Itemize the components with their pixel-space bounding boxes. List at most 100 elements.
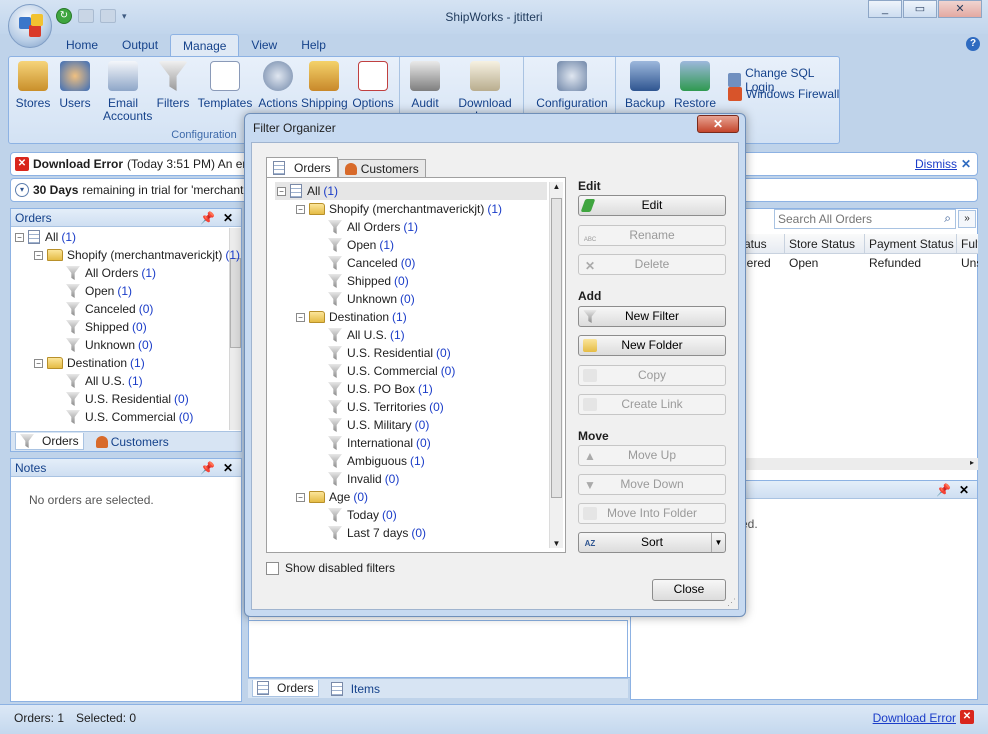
tree-item[interactable]: − All (1) <box>13 228 241 246</box>
collapse-icon[interactable]: − <box>296 492 305 502</box>
new-filter-button[interactable]: New Filter <box>578 306 726 327</box>
tree-item[interactable]: U.S. Territories (0) <box>275 398 547 416</box>
close-window-button[interactable]: ✕ <box>938 0 982 18</box>
error-icon[interactable]: ✕ <box>960 710 974 724</box>
app-menu-button[interactable] <box>8 4 52 48</box>
restore-button[interactable]: Restore <box>670 61 720 110</box>
filters-button[interactable]: Filters <box>153 61 193 110</box>
tree-item[interactable]: U.S. Commercial (0) <box>13 408 241 426</box>
users-button[interactable]: Users <box>55 61 95 110</box>
collapse-icon[interactable]: − <box>296 312 305 322</box>
search-options-button[interactable]: » <box>958 210 976 228</box>
tab-manage[interactable]: Manage <box>170 34 240 56</box>
tree-item[interactable]: Open (1) <box>13 282 241 300</box>
shipping-button[interactable]: Shipping <box>301 61 348 110</box>
move-up-button[interactable]: ▲ Move Up <box>578 445 726 466</box>
pin-icon[interactable]: 📌 <box>936 481 951 499</box>
close-icon[interactable]: ✕ <box>959 481 969 499</box>
tab-customers[interactable]: Customers <box>95 435 169 449</box>
search-input[interactable] <box>775 210 935 228</box>
rename-button[interactable]: ABC Rename <box>578 225 726 246</box>
tree-item[interactable]: Open (1) <box>275 236 547 254</box>
actions-button[interactable]: Actions <box>257 61 299 110</box>
pin-icon[interactable]: 📌 <box>200 209 215 227</box>
tab-orders[interactable]: Orders <box>15 433 84 450</box>
resize-grip-icon[interactable]: ⋰ <box>727 597 736 608</box>
collapse-icon[interactable]: − <box>296 204 305 214</box>
search-icon[interactable]: ⌕ <box>944 211 951 226</box>
tree-item[interactable]: Canceled (0) <box>275 254 547 272</box>
move-into-folder-button[interactable]: Move Into Folder <box>578 503 726 524</box>
dismiss-link[interactable]: Dismiss <box>915 157 957 171</box>
templates-button[interactable]: Templates <box>197 61 253 110</box>
tree-item[interactable]: Canceled (0) <box>13 300 241 318</box>
tab-output[interactable]: Output <box>110 34 170 56</box>
dismiss-close-icon[interactable]: ✕ <box>961 157 971 171</box>
stores-button[interactable]: Stores <box>13 61 53 110</box>
pin-icon[interactable]: 📌 <box>200 459 215 477</box>
tree-item[interactable]: All U.S. (1) <box>13 372 241 390</box>
column-payment-status[interactable]: Payment Status <box>865 234 957 253</box>
backup-button[interactable]: Backup <box>622 61 668 110</box>
column-store-status[interactable]: Store Status <box>785 234 865 253</box>
chevron-down-icon[interactable]: ▾ <box>15 183 29 197</box>
tab-view[interactable]: View <box>239 34 289 56</box>
column-fulfillment[interactable]: Fulf <box>957 234 978 253</box>
scroll-down-icon[interactable]: ▼ <box>550 539 563 548</box>
dialog-close-button[interactable]: ✕ <box>697 115 739 133</box>
audit-button[interactable]: Audit <box>404 61 446 110</box>
edit-button[interactable]: Edit <box>578 195 726 216</box>
new-folder-button[interactable]: New Folder <box>578 335 726 356</box>
tree-item[interactable]: U.S. Commercial (0) <box>275 362 547 380</box>
tree-item[interactable]: U.S. Residential (0) <box>275 344 547 362</box>
sort-button[interactable]: AZ Sort ▼ <box>578 532 726 553</box>
scroll-up-icon[interactable]: ▲ <box>550 182 563 196</box>
close-icon[interactable]: ✕ <box>223 459 233 477</box>
tab-home[interactable]: Home <box>54 34 110 56</box>
options-button[interactable]: Options <box>351 61 395 110</box>
collapse-icon[interactable]: − <box>277 186 286 196</box>
move-down-button[interactable]: ▼ Move Down <box>578 474 726 495</box>
sort-dropdown-icon[interactable]: ▼ <box>711 533 725 552</box>
tree-item[interactable]: − Destination (1) <box>13 354 241 372</box>
dialog-tab-orders[interactable]: Orders <box>266 157 338 177</box>
collapse-icon[interactable]: − <box>34 250 43 260</box>
tab-center-orders[interactable]: Orders <box>252 680 319 697</box>
windows-firewall-link[interactable]: Windows Firewall <box>728 87 839 101</box>
tree-item[interactable]: All U.S. (1) <box>275 326 547 344</box>
tree-item[interactable]: − Shopify (merchantmaverickjt) (1) <box>275 200 547 218</box>
minimize-button[interactable]: _ <box>868 0 902 18</box>
tree-item[interactable]: U.S. PO Box (1) <box>275 380 547 398</box>
delete-button[interactable]: ✕ Delete <box>578 254 726 275</box>
tree-item[interactable]: U.S. Residential (0) <box>13 390 241 408</box>
tree-item[interactable]: Unknown (0) <box>13 336 241 354</box>
collapse-icon[interactable]: − <box>15 232 24 242</box>
maximize-button[interactable]: ▭ <box>903 0 937 18</box>
email-accounts-button[interactable]: Email Accounts <box>97 61 152 123</box>
tree-item[interactable]: All Orders (1) <box>13 264 241 282</box>
collapse-icon[interactable]: − <box>34 358 43 368</box>
refresh-icon[interactable]: ↻ <box>56 8 72 24</box>
tree-item[interactable]: − Shopify (merchantmaverickjt) (1) <box>13 246 241 264</box>
tree-item[interactable]: Today (0) <box>275 506 547 524</box>
tree-item[interactable]: International (0) <box>275 434 547 452</box>
dialog-tree-scrollbar[interactable]: ▲ ▼ <box>549 182 563 548</box>
configuration-button[interactable]: Configuration <box>532 61 612 110</box>
close-icon[interactable]: ✕ <box>223 209 233 227</box>
scrollbar-thumb[interactable] <box>551 198 562 498</box>
dialog-tab-customers[interactable]: Customers <box>337 159 426 177</box>
tree-item[interactable]: U.S. Military (0) <box>275 416 547 434</box>
tree-item[interactable]: Invalid (0) <box>275 470 547 488</box>
table-row[interactable]: lered Open Refunded Uns <box>740 254 978 272</box>
tree-item[interactable]: Last 7 days (0) <box>275 524 547 542</box>
shipping-icon[interactable] <box>100 9 116 23</box>
tree-item[interactable]: Unknown (0) <box>275 290 547 308</box>
horizontal-scrollbar[interactable]: ▸ <box>744 458 978 470</box>
tab-items[interactable]: Items <box>330 681 380 696</box>
tree-item[interactable]: All Orders (1) <box>275 218 547 236</box>
column-status[interactable]: atus <box>740 234 785 253</box>
status-download-error-link[interactable]: Download Error <box>873 711 956 725</box>
tree-item[interactable]: Shipped (0) <box>13 318 241 336</box>
tree-item[interactable]: Ambiguous (1) <box>275 452 547 470</box>
tree-item[interactable]: − Age (0) <box>275 488 547 506</box>
